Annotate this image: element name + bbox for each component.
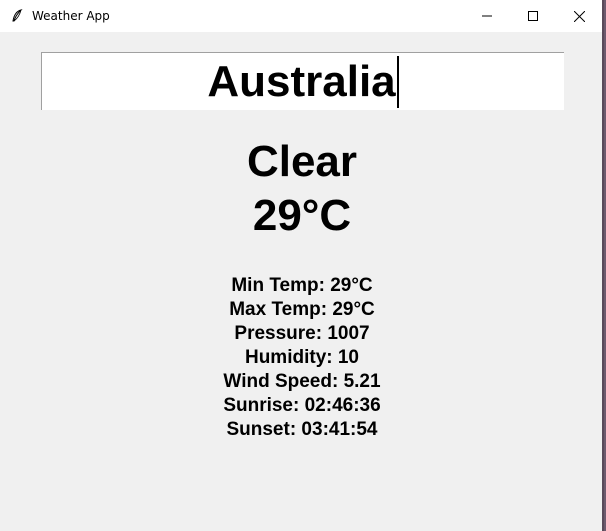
max-temp-label: Max Temp: 29°C: [229, 299, 375, 320]
feather-icon: [10, 9, 24, 23]
app-window: Weather App Australia Clear 29°C Min Tem…: [0, 0, 604, 531]
wind-speed-label: Wind Speed: 5.21: [223, 371, 381, 392]
humidity-label: Humidity: 10: [244, 347, 360, 368]
title-bar[interactable]: Weather App: [0, 0, 602, 32]
sunset-label: Sunset: 03:41:54: [226, 419, 378, 440]
window-controls: [464, 0, 602, 32]
current-temperature: 29°C: [252, 191, 352, 240]
window-title: Weather App: [32, 9, 110, 23]
close-button[interactable]: [556, 0, 602, 32]
sunrise-label: Sunrise: 02:46:36: [223, 395, 381, 416]
maximize-icon: [528, 11, 538, 21]
location-input-value: Australia: [207, 56, 396, 106]
minimize-icon: [482, 15, 492, 17]
location-input[interactable]: Australia: [41, 52, 564, 110]
text-caret: [396, 55, 399, 108]
close-icon: [573, 10, 585, 22]
main-content: Australia Clear 29°C Min Temp: 29°C Max …: [0, 32, 602, 531]
min-temp-label: Min Temp: 29°C: [231, 275, 373, 296]
pressure-label: Pressure: 1007: [234, 323, 370, 344]
minimize-button[interactable]: [464, 0, 510, 32]
weather-details: Min Temp: 29°C Max Temp: 29°C Pressure: …: [0, 274, 604, 442]
maximize-button[interactable]: [510, 0, 556, 32]
weather-condition: Clear: [246, 137, 358, 186]
